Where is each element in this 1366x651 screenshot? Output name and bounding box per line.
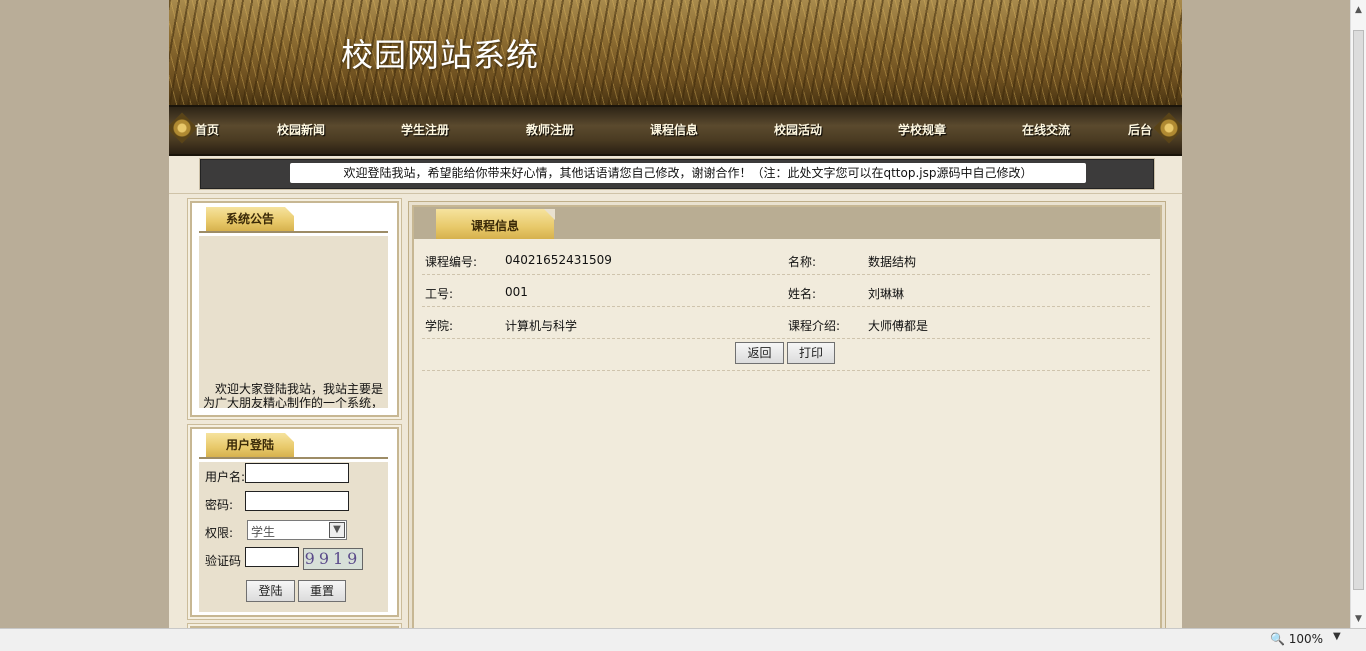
chevron-down-icon: ▼ (329, 522, 345, 538)
banner: 校园网站系统 (169, 0, 1182, 105)
teacher-name-label: 姓名: (788, 287, 817, 301)
nav-item-activities[interactable]: 校园活动 (774, 121, 822, 138)
course-intro-label: 课程介绍: (788, 319, 841, 333)
course-id-value: 04021652431509 (505, 253, 612, 267)
notice-title: 系统公告 (206, 207, 295, 231)
course-panel-header: 课程信息 (414, 207, 1160, 239)
nav-item-teacher-register[interactable]: 教师注册 (526, 121, 574, 138)
back-button[interactable]: 返回 (735, 342, 784, 364)
course-intro-value: 大师傅都是 (868, 319, 929, 333)
notice-text: 欢迎大家登陆我站，我站主要是为广大朋友精心制作的一个系统， (203, 382, 384, 408)
chevron-down-icon[interactable]: ▼ (1333, 631, 1341, 642)
divider (199, 231, 388, 233)
vertical-scrollbar[interactable]: ▲ ▼ (1350, 0, 1366, 628)
divider (199, 457, 388, 459)
staff-id-value: 001 (505, 285, 528, 299)
username-input[interactable] (245, 463, 349, 483)
zoom-level[interactable]: 🔍 100% (1270, 632, 1323, 646)
login-title: 用户登陆 (206, 433, 295, 457)
login-form: 用户名: 密码: 权限: 学生 ▼ 验证码 9919 登陆 重置 (199, 462, 388, 612)
password-input[interactable] (245, 491, 349, 511)
course-tab-title: 课程信息 (436, 209, 555, 239)
nav-item-news[interactable]: 校园新闻 (277, 121, 325, 138)
nav-item-home[interactable]: 首页 (195, 121, 219, 138)
nav-item-student-register[interactable]: 学生注册 (401, 121, 449, 138)
captcha-label: 验证码 (205, 554, 242, 568)
table-row: 工号: 001 姓名: 刘琳琳 (422, 274, 1150, 307)
college-label: 学院: (425, 319, 454, 333)
role-select[interactable]: 学生 ▼ (247, 520, 347, 540)
nav-left-ornament-icon (169, 112, 198, 144)
nav-item-course-info[interactable]: 课程信息 (650, 121, 698, 138)
nav-right-ornament-icon (1153, 112, 1182, 144)
print-button[interactable]: 打印 (787, 342, 835, 364)
table-row: 返回 打印 (422, 338, 1150, 371)
staff-id-label: 工号: (425, 287, 454, 301)
course-name-label: 名称: (788, 255, 817, 269)
main-nav: 首页 校园新闻 学生注册 教师注册 课程信息 校园活动 学校规章 在线交流 后台 (169, 105, 1182, 156)
password-label: 密码: (205, 498, 234, 512)
table-row: 课程编号: 04021652431509 名称: 数据结构 (422, 242, 1150, 275)
course-panel: 课程信息 课程编号: 04021652431509 名称: 数据结构 工号: 0… (412, 205, 1162, 628)
notice-box: 系统公告 欢迎大家登陆我站，我站主要是为广大朋友精心制作的一个系统， (188, 199, 401, 419)
site-title: 校园网站系统 (341, 36, 540, 74)
nav-item-admin[interactable]: 后台 (1128, 121, 1152, 138)
reset-button[interactable]: 重置 (298, 580, 346, 602)
nav-item-chat[interactable]: 在线交流 (1022, 121, 1070, 138)
course-name-value: 数据结构 (868, 255, 917, 269)
captcha-input[interactable] (245, 547, 299, 567)
divider (169, 193, 1182, 194)
login-button[interactable]: 登陆 (246, 580, 295, 602)
teacher-name-value: 刘琳琳 (868, 287, 905, 301)
college-value: 计算机与科学 (505, 319, 578, 333)
browser-status-bar: 🔍 100% ▼ (0, 628, 1366, 651)
role-selected-value: 学生 (251, 525, 276, 539)
course-id-label: 课程编号: (425, 255, 478, 269)
page: 校园网站系统 首页 校园新闻 学生注册 教师注册 课程信息 校园活动 学校规章 … (169, 0, 1182, 628)
table-row: 学院: 计算机与科学 课程介绍: 大师傅都是 (422, 306, 1150, 339)
zoom-icon: 🔍 (1270, 632, 1285, 646)
zoom-value: 100% (1288, 632, 1324, 646)
scroll-down-icon[interactable]: ▼ (1355, 614, 1362, 624)
scroll-up-icon[interactable]: ▲ (1355, 5, 1362, 15)
marquee-bar: 欢迎登陆我站，希望能给你带来好心情，其他话语请您自己修改，谢谢合作！（注：此处文… (199, 158, 1155, 190)
username-label: 用户名: (205, 470, 246, 484)
nav-item-rules[interactable]: 学校规章 (898, 121, 946, 138)
role-label: 权限: (205, 526, 234, 540)
login-box: 用户登陆 用户名: 密码: 权限: 学生 ▼ 验证码 9919 登陆 重置 (188, 425, 401, 619)
notice-content: 欢迎大家登陆我站，我站主要是为广大朋友精心制作的一个系统， (199, 236, 388, 408)
marquee-text: 欢迎登陆我站，希望能给你带来好心情，其他话语请您自己修改，谢谢合作！（注：此处文… (290, 163, 1086, 183)
scroll-thumb[interactable] (1353, 30, 1364, 590)
captcha-image[interactable]: 9919 (303, 548, 363, 570)
